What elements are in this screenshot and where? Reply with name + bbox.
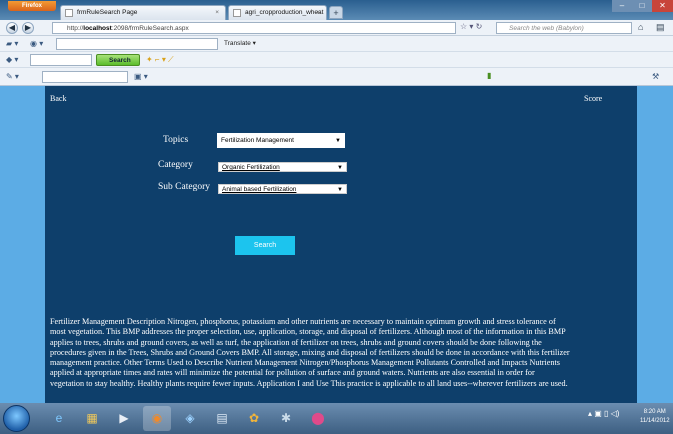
page-icon <box>233 9 241 17</box>
addon-toolbar-3: ✎ ▾ ▣ ▾ ▮ ⚒ <box>0 68 673 86</box>
paint-icon[interactable]: ✿ <box>240 406 268 431</box>
subcategory-select[interactable]: Animal based Fertilization ▼ <box>218 184 347 194</box>
media-player-icon[interactable]: ▶ <box>110 406 138 431</box>
toolbar-search-label: Search <box>109 57 131 64</box>
url-host: localhost <box>83 25 112 32</box>
tab-cropproduction[interactable]: agri_cropproduction_wheat Page × <box>228 5 327 30</box>
app-icon[interactable]: ⬤ <box>304 406 332 431</box>
search-button[interactable]: Search <box>235 236 295 255</box>
chevron-down-icon: ▼ <box>335 138 341 144</box>
address-bar[interactable]: http://localhost:2098/frmRuleSearch.aspx <box>52 22 456 34</box>
browser-titlebar: Firefox frmRuleSearch Page × agri_croppr… <box>0 0 673 30</box>
subcategory-value: Animal based Fertilization <box>222 186 297 193</box>
document-icon[interactable]: ▮ <box>487 71 491 80</box>
visual-studio-icon[interactable]: ◈ <box>176 406 204 431</box>
tools-icon[interactable]: ✦ ⌐ ▾ ⟋ <box>146 55 174 65</box>
ie-icon[interactable]: e <box>45 406 73 431</box>
topics-select[interactable]: Fertilization Management ▼ <box>217 133 345 148</box>
wrench-icon[interactable]: ⚒ <box>652 72 659 81</box>
topics-value: Fertilization Management <box>221 137 294 144</box>
back-arrow-icon[interactable]: ◀ <box>6 22 18 34</box>
firefox-menu-button[interactable]: Firefox <box>8 1 56 11</box>
page-icon <box>65 9 73 17</box>
clock[interactable]: 8:20 AM 11/14/2012 <box>640 408 670 426</box>
windows-taskbar: e ▦ ▶ ◉ ◈ ▤ ✿ ✱ ⬤ ▴ ▣ ▯ ◁) 8:20 AM 11/14… <box>0 403 673 434</box>
navigation-toolbar: ◀ ▶ http://localhost:2098/frmRuleSearch.… <box>0 20 673 36</box>
clock-date: 11/14/2012 <box>640 418 670 424</box>
chevron-down-icon: ▼ <box>337 187 343 193</box>
addon-input[interactable] <box>56 38 218 50</box>
addon-toolbar-2: ◆ ▾ Search ✦ ⌐ ▾ ⟋ <box>0 52 673 68</box>
toolbar-logo-icon[interactable]: ◆ ▾ <box>6 55 18 64</box>
url-prefix: http:// <box>67 25 84 32</box>
close-icon[interactable]: × <box>316 6 320 20</box>
tab-frmrulesearch[interactable]: frmRuleSearch Page × <box>60 5 226 20</box>
close-icon[interactable]: × <box>215 6 219 20</box>
category-label: Category <box>158 160 193 170</box>
firefox-icon[interactable]: ◉ <box>143 406 171 431</box>
content-panel: Back Score Topics Fertilization Manageme… <box>45 86 637 403</box>
notepad-icon[interactable]: ▤ <box>208 406 236 431</box>
translate-button[interactable]: Translate ▾ <box>224 39 256 47</box>
page-viewport: Back Score Topics Fertilization Manageme… <box>0 86 673 403</box>
description-text: Fertilizer Management Description Nitrog… <box>50 317 570 388</box>
flag-icon[interactable]: ▰ ▾ <box>6 39 18 48</box>
subcategory-label: Sub Category <box>158 182 210 192</box>
tab-label: frmRuleSearch Page <box>77 9 138 16</box>
folder-icon[interactable]: ▦ <box>78 406 106 431</box>
chevron-down-icon: ▼ <box>337 165 343 171</box>
addon-toolbar-1: ▰ ▾ ◉ ▾ Translate ▾ <box>0 36 673 52</box>
minimize-button[interactable]: – <box>612 0 632 12</box>
system-tray-icons[interactable]: ▴ ▣ ▯ ◁) <box>588 409 619 418</box>
toolbar-search-button[interactable]: Search <box>96 54 140 66</box>
score-link[interactable]: Score <box>584 94 602 103</box>
new-tab-button[interactable]: + <box>329 6 343 19</box>
addon-dropdown[interactable] <box>42 71 128 83</box>
clock-time: 8:20 AM <box>643 409 666 415</box>
pen-icon[interactable]: ✎ ▾ <box>6 72 19 81</box>
translate-label: Translate <box>224 40 251 47</box>
close-window-button[interactable]: ✕ <box>652 0 673 12</box>
forward-arrow-icon[interactable]: ▶ <box>22 22 34 34</box>
url-rest: :2098/frmRuleSearch.aspx <box>111 25 189 32</box>
logo-icon[interactable]: ◉ ▾ <box>30 39 43 48</box>
maximize-button[interactable]: □ <box>632 0 652 12</box>
menu-icon[interactable]: ▤ <box>656 22 665 33</box>
settings-icon[interactable]: ▣ ▾ <box>134 72 148 81</box>
topics-label: Topics <box>163 135 189 145</box>
reload-icon[interactable]: ☆ ▾ ↻ <box>460 22 482 31</box>
toolbar-search-input[interactable] <box>30 54 92 66</box>
home-icon[interactable]: ⌂ <box>638 22 643 32</box>
web-search-input[interactable]: Search the web (Babylon) <box>496 22 632 34</box>
category-value: Organic Fertilization <box>222 164 280 171</box>
tools-app-icon[interactable]: ✱ <box>272 406 300 431</box>
back-link[interactable]: Back <box>50 94 66 103</box>
category-select[interactable]: Organic Fertilization ▼ <box>218 162 347 172</box>
start-button[interactable] <box>3 405 30 432</box>
